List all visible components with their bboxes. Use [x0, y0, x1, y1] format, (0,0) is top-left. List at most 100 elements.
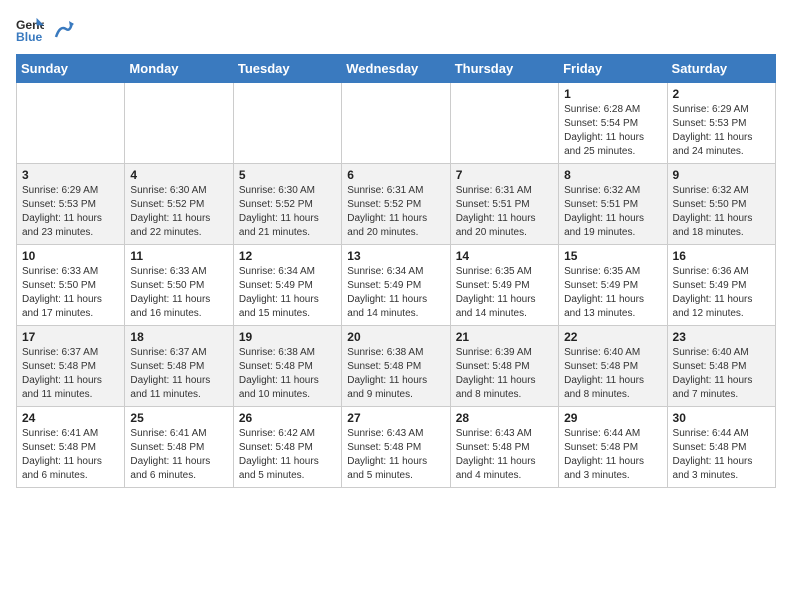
calendar-week-row: 1 Sunrise: 6:28 AMSunset: 5:54 PMDaylight… — [17, 83, 776, 164]
calendar-cell: 17Sunrise: 6:37 AMSunset: 5:48 PMDayligh… — [17, 326, 125, 407]
calendar-cell: 13 Sunrise: 6:34 AMSunset: 5:49 PMDayligh… — [342, 245, 450, 326]
day-number: 22 — [564, 330, 661, 344]
calendar-week-row: 24 Sunrise: 6:41 AMSunset: 5:48 PMDayligh… — [17, 407, 776, 488]
calendar-cell: 14 Sunrise: 6:35 AMSunset: 5:49 PMDayligh… — [450, 245, 558, 326]
calendar-cell — [125, 83, 233, 164]
day-number: 11 — [130, 249, 227, 263]
day-number: 18 — [130, 330, 227, 344]
day-info: Sunrise: 6:29 AMSunset: 5:53 PMDaylight:… — [22, 184, 119, 240]
day-number: 2 — [673, 87, 770, 101]
day-info: Sunrise: 6:40 AMSunset: 5:48 PMDaylight:… — [673, 346, 770, 402]
calendar-cell — [450, 83, 558, 164]
calendar-cell: 25 Sunrise: 6:41 AMSunset: 5:48 PMDayligh… — [125, 407, 233, 488]
day-info: Sunrise: 6:32 AMSunset: 5:50 PMDaylight:… — [673, 184, 770, 240]
day-info: Sunrise: 6:28 AMSunset: 5:54 PMDaylight:… — [564, 103, 661, 159]
logo-arrow-icon — [52, 19, 74, 41]
calendar-cell: 28Sunrise: 6:43 AMSunset: 5:48 PMDayligh… — [450, 407, 558, 488]
day-number: 27 — [347, 411, 444, 425]
weekday-header-wednesday: Wednesday — [342, 55, 450, 83]
calendar-cell: 29 Sunrise: 6:44 AMSunset: 5:48 PMDayligh… — [559, 407, 667, 488]
day-number: 17 — [22, 330, 119, 344]
day-info: Sunrise: 6:30 AMSunset: 5:52 PMDaylight:… — [130, 184, 227, 240]
day-info: Sunrise: 6:38 AMSunset: 5:48 PMDaylight:… — [239, 346, 336, 402]
calendar-cell: 22Sunrise: 6:40 AMSunset: 5:48 PMDayligh… — [559, 326, 667, 407]
day-number: 16 — [673, 249, 770, 263]
day-info: Sunrise: 6:37 AMSunset: 5:48 PMDaylight:… — [130, 346, 227, 402]
calendar-cell: 10Sunrise: 6:33 AMSunset: 5:50 PMDayligh… — [17, 245, 125, 326]
day-info: Sunrise: 6:41 AMSunset: 5:48 PMDaylight:… — [130, 427, 227, 483]
weekday-header-saturday: Saturday — [667, 55, 775, 83]
weekday-header-sunday: Sunday — [17, 55, 125, 83]
day-number: 9 — [673, 168, 770, 182]
day-info: Sunrise: 6:31 AMSunset: 5:52 PMDaylight:… — [347, 184, 444, 240]
calendar-cell — [342, 83, 450, 164]
day-number: 1 — [564, 87, 661, 101]
calendar-cell: 24Sunrise: 6:41 AMSunset: 5:48 PMDayligh… — [17, 407, 125, 488]
day-number: 30 — [673, 411, 770, 425]
day-info: Sunrise: 6:44 AMSunset: 5:48 PMDaylight:… — [564, 427, 661, 483]
day-info: Sunrise: 6:35 AMSunset: 5:49 PMDaylight:… — [564, 265, 661, 321]
day-info: Sunrise: 6:42 AMSunset: 5:48 PMDaylight:… — [239, 427, 336, 483]
day-number: 10 — [22, 249, 119, 263]
day-number: 6 — [347, 168, 444, 182]
weekday-header-thursday: Thursday — [450, 55, 558, 83]
page-header: General Blue — [16, 16, 776, 44]
calendar-cell: 9 Sunrise: 6:32 AMSunset: 5:50 PMDaylight… — [667, 164, 775, 245]
calendar-cell: 26 Sunrise: 6:42 AMSunset: 5:48 PMDayligh… — [233, 407, 341, 488]
day-info: Sunrise: 6:31 AMSunset: 5:51 PMDaylight:… — [456, 184, 553, 240]
calendar-cell: 4 Sunrise: 6:30 AMSunset: 5:52 PMDaylight… — [125, 164, 233, 245]
calendar-cell: 19 Sunrise: 6:38 AMSunset: 5:48 PMDayligh… — [233, 326, 341, 407]
calendar-week-row: 3 Sunrise: 6:29 AMSunset: 5:53 PMDaylight… — [17, 164, 776, 245]
calendar-cell: 6 Sunrise: 6:31 AMSunset: 5:52 PMDaylight… — [342, 164, 450, 245]
calendar-cell: 2Sunrise: 6:29 AMSunset: 5:53 PMDaylight… — [667, 83, 775, 164]
day-info: Sunrise: 6:33 AMSunset: 5:50 PMDaylight:… — [130, 265, 227, 321]
day-number: 7 — [456, 168, 553, 182]
logo-icon: General Blue — [16, 16, 44, 44]
weekday-header-tuesday: Tuesday — [233, 55, 341, 83]
calendar-cell: 11 Sunrise: 6:33 AMSunset: 5:50 PMDayligh… — [125, 245, 233, 326]
calendar-cell: 18 Sunrise: 6:37 AMSunset: 5:48 PMDayligh… — [125, 326, 233, 407]
weekday-header-friday: Friday — [559, 55, 667, 83]
day-info: Sunrise: 6:30 AMSunset: 5:52 PMDaylight:… — [239, 184, 336, 240]
calendar-week-row: 17 Sunrise: 6:37 AMSunset: 5:48 PMDayligh… — [17, 326, 776, 407]
calendar-cell: 15 Sunrise: 6:35 AMSunset: 5:49 PMDayligh… — [559, 245, 667, 326]
calendar-cell: 23 Sunrise: 6:40 AMSunset: 5:48 PMDayligh… — [667, 326, 775, 407]
day-number: 24 — [22, 411, 119, 425]
day-info: Sunrise: 6:39 AMSunset: 5:48 PMDaylight:… — [456, 346, 553, 402]
svg-text:Blue: Blue — [16, 30, 43, 44]
day-info: Sunrise: 6:43 AMSunset: 5:48 PMDaylight:… — [347, 427, 444, 483]
day-info: Sunrise: 6:38 AMSunset: 5:48 PMDaylight:… — [347, 346, 444, 402]
calendar-cell: 8Sunrise: 6:32 AMSunset: 5:51 PMDaylight… — [559, 164, 667, 245]
day-number: 4 — [130, 168, 227, 182]
day-number: 15 — [564, 249, 661, 263]
day-info: Sunrise: 6:34 AMSunset: 5:49 PMDaylight:… — [347, 265, 444, 321]
calendar-header-row: SundayMondayTuesdayWednesdayThursdayFrid… — [17, 55, 776, 83]
calendar-cell — [233, 83, 341, 164]
day-number: 21 — [456, 330, 553, 344]
day-number: 29 — [564, 411, 661, 425]
calendar-cell: 27 Sunrise: 6:43 AMSunset: 5:48 PMDayligh… — [342, 407, 450, 488]
day-number: 28 — [456, 411, 553, 425]
day-number: 5 — [239, 168, 336, 182]
calendar-table: SundayMondayTuesdayWednesdayThursdayFrid… — [16, 54, 776, 488]
day-number: 14 — [456, 249, 553, 263]
day-number: 3 — [22, 168, 119, 182]
calendar-cell: 3 Sunrise: 6:29 AMSunset: 5:53 PMDaylight… — [17, 164, 125, 245]
day-number: 20 — [347, 330, 444, 344]
calendar-cell: 21 Sunrise: 6:39 AMSunset: 5:48 PMDayligh… — [450, 326, 558, 407]
day-number: 26 — [239, 411, 336, 425]
day-number: 12 — [239, 249, 336, 263]
day-number: 19 — [239, 330, 336, 344]
day-info: Sunrise: 6:34 AMSunset: 5:49 PMDaylight:… — [239, 265, 336, 321]
day-number: 25 — [130, 411, 227, 425]
calendar-week-row: 10 Sunrise: 6:33 AMSunset: 5:50 PMDayligh… — [17, 245, 776, 326]
day-number: 13 — [347, 249, 444, 263]
calendar-cell: 5 Sunrise: 6:30 AMSunset: 5:52 PMDaylight… — [233, 164, 341, 245]
day-number: 23 — [673, 330, 770, 344]
calendar-cell — [17, 83, 125, 164]
day-info: Sunrise: 6:36 AMSunset: 5:49 PMDaylight:… — [673, 265, 770, 321]
calendar-cell: 20 Sunrise: 6:38 AMSunset: 5:48 PMDayligh… — [342, 326, 450, 407]
day-info: Sunrise: 6:35 AMSunset: 5:49 PMDaylight:… — [456, 265, 553, 321]
calendar-cell: 1 Sunrise: 6:28 AMSunset: 5:54 PMDaylight… — [559, 83, 667, 164]
calendar-cell: 16 Sunrise: 6:36 AMSunset: 5:49 PMDayligh… — [667, 245, 775, 326]
